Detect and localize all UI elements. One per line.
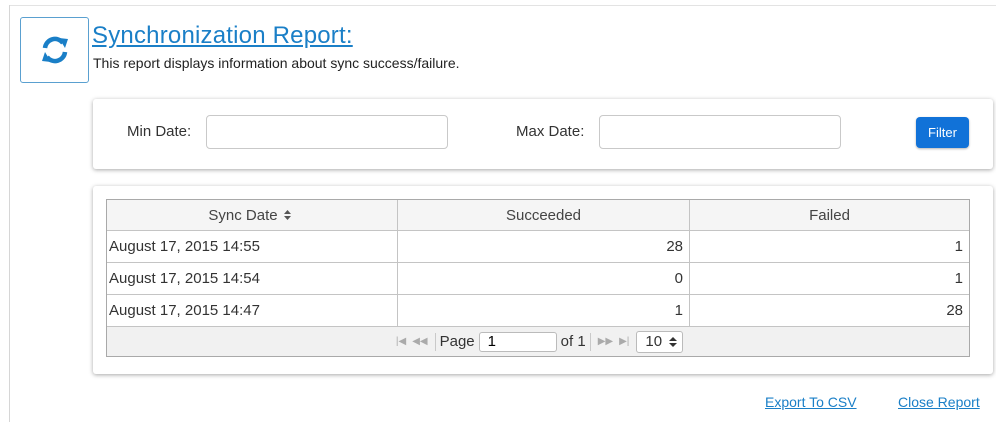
sync-icon-box [20,17,89,83]
cell-failed: 1 [689,231,969,262]
sort-icon[interactable] [283,209,292,221]
cell-succeeded: 1 [397,295,689,326]
table-row: August 17, 2015 14:47 1 28 [107,294,969,326]
page-label: Page [439,333,475,350]
column-header-succeeded[interactable]: Succeeded [397,200,689,230]
max-date-label: Max Date: [516,123,585,140]
sync-icon [41,36,68,64]
min-date-label: Min Date: [127,123,192,140]
last-page-icon[interactable]: ▶| [619,336,629,347]
cell-sync-date: August 17, 2015 14:54 [109,270,260,287]
page-number-input[interactable] [478,331,557,352]
report-title-link[interactable]: Synchronization Report: [92,22,353,50]
chevron-updown-icon [669,336,678,347]
frame-border-top [9,5,996,6]
report-subtitle: This report displays information about s… [93,55,460,71]
sync-report-table: Sync Date Succeeded Failed August 17, 20… [106,199,970,357]
table-row: August 17, 2015 14:54 0 1 [107,262,969,294]
table-header-row: Sync Date Succeeded Failed [107,200,969,230]
page-count-label: of 1 [560,333,586,350]
cell-succeeded: 0 [397,263,689,294]
frame-border-left [9,5,10,422]
cell-sync-date: August 17, 2015 14:47 [109,302,260,319]
cell-sync-date: August 17, 2015 14:55 [109,238,260,255]
column-header-label: Sync Date [208,206,278,224]
page-size-select[interactable]: 10 [636,330,684,353]
export-csv-link[interactable]: Export To CSV [765,394,857,410]
next-page-icon[interactable]: ▶▶ [598,336,613,347]
results-panel: Sync Date Succeeded Failed August 17, 20… [93,186,993,374]
close-report-link[interactable]: Close Report [898,394,980,410]
table-pager: |◀ ◀◀ Page of 1 ▶▶ ▶| 10 [107,326,969,356]
column-header-failed[interactable]: Failed [689,200,969,230]
page-size-value: 10 [645,333,663,350]
filter-button[interactable]: Filter [916,117,969,148]
cell-failed: 1 [689,263,969,294]
first-page-icon[interactable]: |◀ [396,336,406,347]
previous-page-icon[interactable]: ◀◀ [412,336,427,347]
table-row: August 17, 2015 14:55 28 1 [107,230,969,262]
pager-divider [589,332,591,351]
filter-panel: Min Date: Max Date: Filter [93,99,993,169]
max-date-input[interactable] [599,115,841,149]
pager-divider [434,332,436,351]
cell-succeeded: 28 [397,231,689,262]
cell-failed: 28 [689,295,969,326]
min-date-input[interactable] [206,115,448,149]
column-header-sync-date[interactable]: Sync Date [107,200,397,230]
